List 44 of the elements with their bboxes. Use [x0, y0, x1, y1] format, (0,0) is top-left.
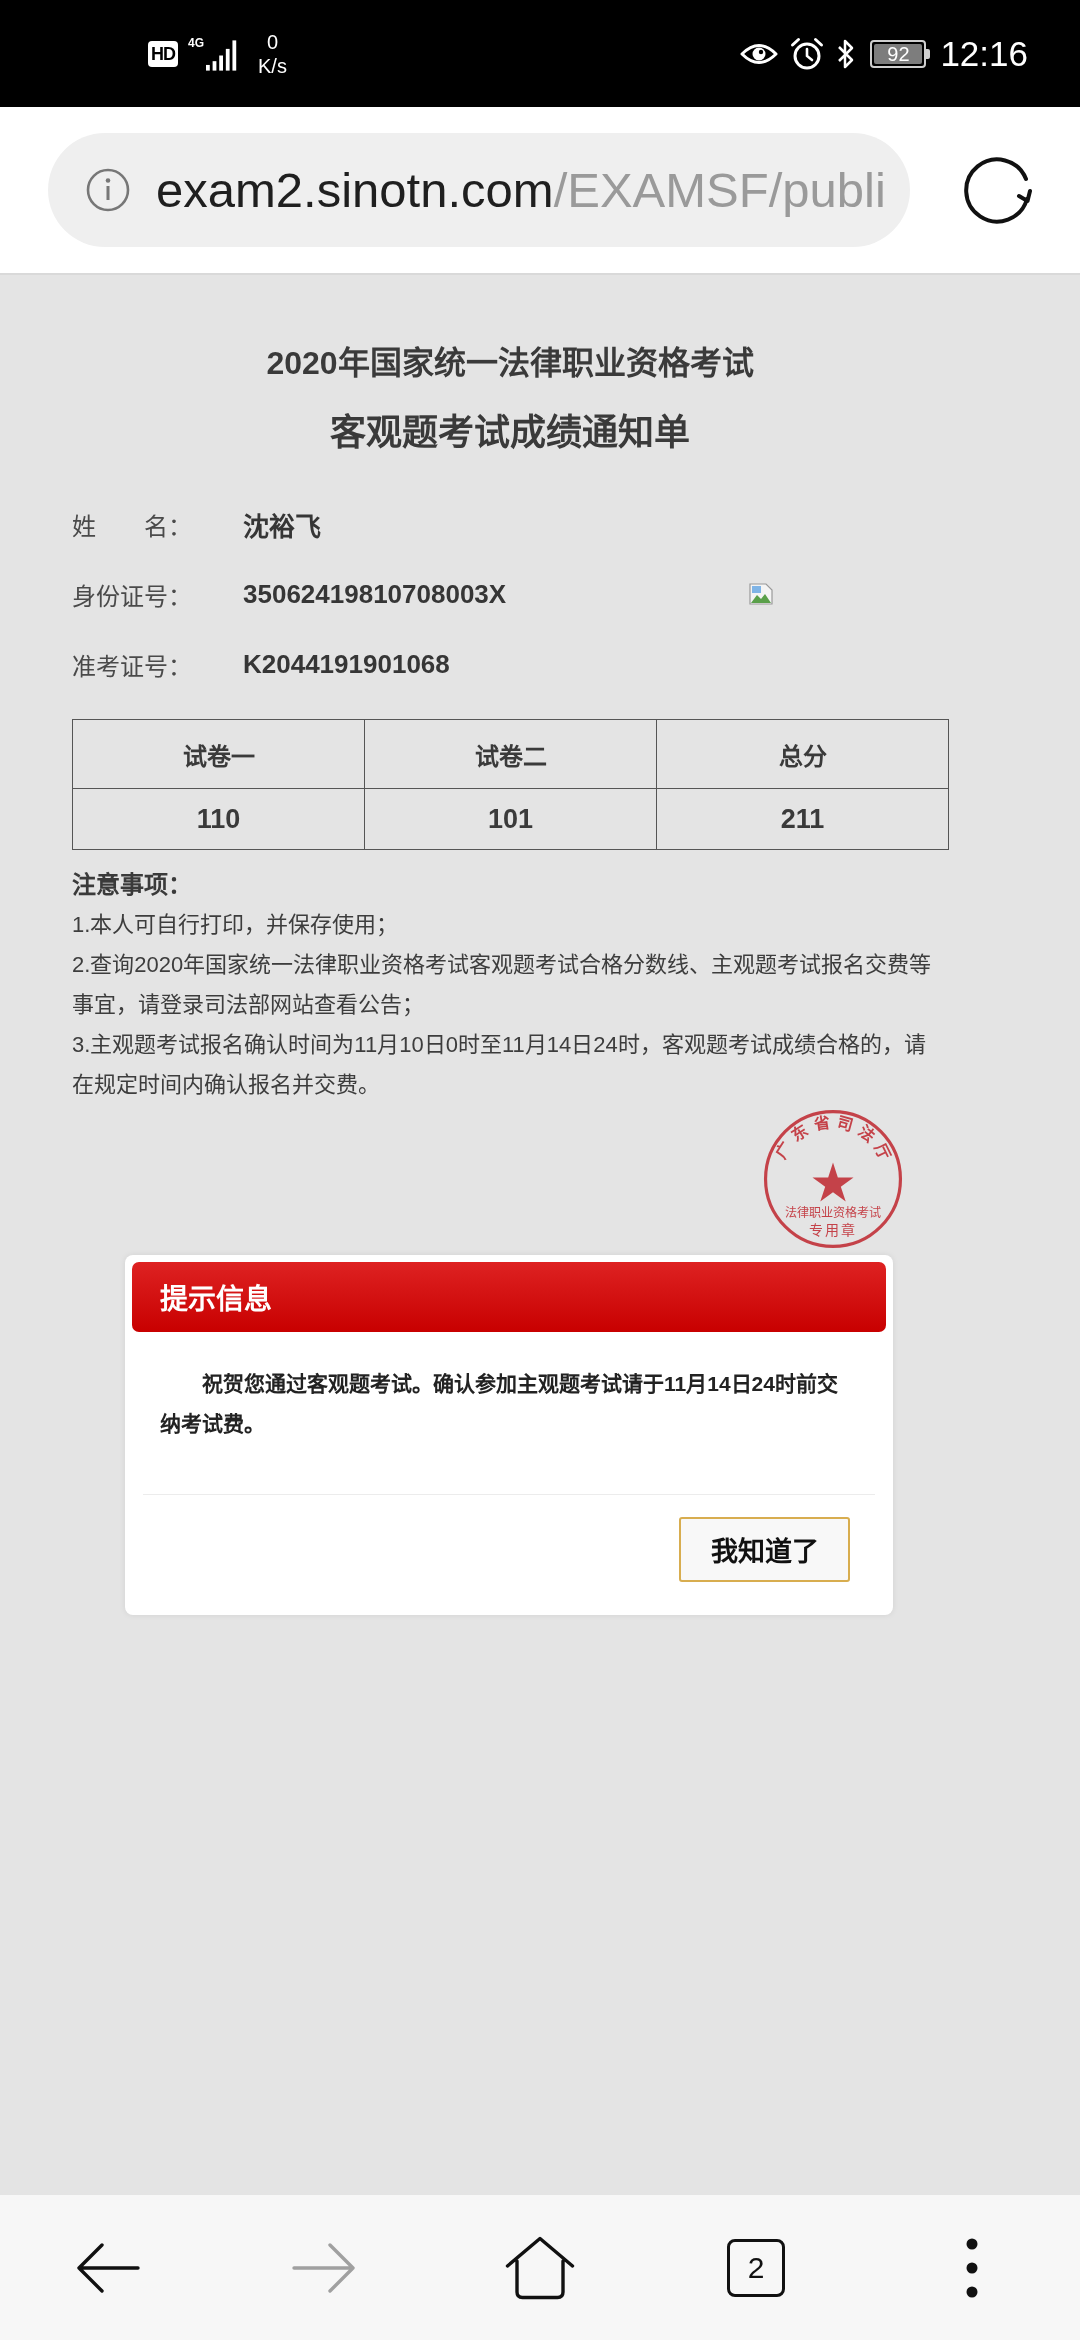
field-label: 姓 名：	[72, 511, 192, 542]
alarm-clock-icon	[790, 36, 825, 71]
battery-indicator: 92	[870, 39, 931, 68]
info-icon[interactable]	[86, 168, 130, 212]
url-text: exam2.sinotn.com/EXAMSF/publi	[156, 162, 886, 218]
title-line: 客观题考试成绩通知单	[329, 411, 691, 455]
table-header-cell: 试卷一	[72, 719, 365, 789]
field-label: 准考证号：	[72, 651, 192, 682]
note-item: 1.本人可自行打印，并保存使用；	[72, 911, 400, 939]
seal-arc-text: 广东省司法厅	[771, 1112, 897, 1168]
seal-text: 法律职业资格考试	[785, 1206, 881, 1221]
notes-heading: 注意事项：	[72, 870, 193, 900]
dialog-title: 提示信息	[160, 1283, 272, 1317]
seal-text: 专用章	[809, 1222, 857, 1238]
table-cell: 101	[364, 788, 657, 850]
dialog-message: 祝贺您通过客观题考试。确认参加主观题考试请于11月14日24时前交纳考试费。	[160, 1371, 839, 1437]
network-type-label: 4G	[188, 36, 204, 50]
house-icon	[505, 2235, 575, 2300]
field-value: 35062419810708003X	[243, 578, 507, 610]
table-cell: 110	[72, 788, 365, 850]
field-value: 沈裕飞	[243, 510, 321, 543]
table-header-cell: 总分	[656, 719, 949, 789]
table-header-cell: 试卷二	[364, 719, 657, 789]
reload-icon[interactable]	[962, 155, 1032, 225]
address-field[interactable]: exam2.sinotn.com/EXAMSF/publi	[48, 133, 910, 247]
field-label: 身份证号：	[72, 581, 192, 612]
network-speed-value: 0	[266, 29, 279, 54]
note-item: 3.主观题考试报名确认时间为11月10日0时至11月14日24时，客观题考试成绩合格的，请在规定时间内确认报名并交费。	[72, 1031, 927, 1099]
back-button[interactable]	[76, 2242, 140, 2293]
title-line: 2020年国家统一法律职业资格考试	[265, 344, 755, 383]
network-speed-unit: K/s	[258, 53, 287, 78]
note-item: 2.查询2020年国家统一法律职业资格考试客观题考试合格分数线、主观题考试报名交费等事宜，请登录司法部网站查看公告；	[72, 951, 933, 1019]
menu-icon	[966, 2237, 978, 2298]
menu-button[interactable]	[966, 2237, 978, 2298]
table-cell: 211	[656, 788, 949, 850]
arrow-right-icon	[292, 2242, 356, 2293]
confirm-button[interactable]: 我知道了	[679, 1517, 850, 1582]
hd-indicator: HD	[148, 40, 178, 67]
home-button[interactable]	[505, 2235, 575, 2300]
field-value: K2044191901068	[243, 648, 450, 680]
star-icon	[812, 1162, 854, 1202]
clock-time: 12:16	[940, 33, 1028, 74]
tabs-button[interactable]: 2	[727, 2238, 785, 2297]
arrow-left-icon	[76, 2242, 140, 2293]
